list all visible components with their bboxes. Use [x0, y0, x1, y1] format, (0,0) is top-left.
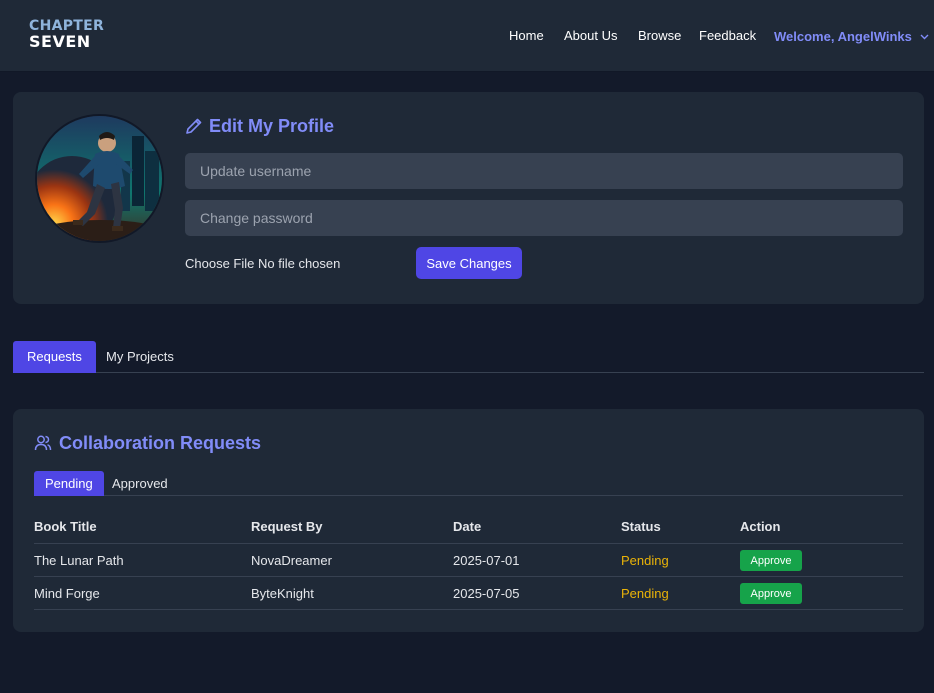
column-header-request-by: Request By: [251, 519, 323, 534]
book-title-cell: The Lunar Path: [34, 553, 124, 568]
approve-button[interactable]: Approve: [740, 550, 802, 571]
status-sub-tabs: Pending Approved: [34, 471, 903, 496]
welcome-text: Welcome, AngelWinks: [774, 29, 912, 44]
profile-avatar: [35, 114, 164, 243]
users-icon: [34, 435, 52, 451]
chevron-down-icon: [920, 28, 929, 43]
edit-profile-card: Edit My Profile Choose File No file chos…: [13, 92, 924, 304]
tab-my-projects[interactable]: My Projects: [92, 341, 188, 373]
top-navbar: CHAPTER SEVEN Home About Us Browse Feedb…: [0, 0, 934, 72]
table-row: Mind Forge ByteKnight 2025-07-05 Pending…: [34, 577, 903, 610]
tab-pending[interactable]: Pending: [34, 471, 104, 496]
column-header-status: Status: [621, 519, 661, 534]
requests-table: Book Title Request By Date Status Action…: [34, 509, 903, 610]
password-input[interactable]: [185, 200, 903, 236]
request-by-cell: ByteKnight: [251, 586, 314, 601]
collaboration-title-text: Collaboration Requests: [59, 433, 262, 453]
nav-links: Home About Us Browse Feedback Welcome, A…: [0, 28, 934, 44]
request-by-cell: NovaDreamer: [251, 553, 332, 568]
nav-feedback-link[interactable]: Feedback: [699, 28, 756, 43]
main-tabs: Requests My Projects: [13, 341, 924, 373]
date-cell: 2025-07-01: [453, 553, 520, 568]
tab-approved[interactable]: Approved: [101, 471, 179, 496]
save-changes-button[interactable]: Save Changes: [416, 247, 522, 279]
book-title-cell: Mind Forge: [34, 586, 100, 601]
tab-requests[interactable]: Requests: [13, 341, 96, 373]
column-header-date: Date: [453, 519, 482, 534]
nav-about-link[interactable]: About Us: [564, 28, 617, 43]
user-menu-dropdown[interactable]: Welcome, AngelWinks: [774, 28, 929, 44]
pencil-icon: [186, 118, 202, 134]
collaboration-title: Collaboration Requests: [34, 433, 261, 454]
edit-profile-title-text: Edit My Profile: [209, 116, 335, 136]
table-header-row: Book Title Request By Date Status Action: [34, 509, 903, 544]
status-badge: Pending: [621, 586, 669, 601]
date-cell: 2025-07-05: [453, 586, 520, 601]
table-row: The Lunar Path NovaDreamer 2025-07-01 Pe…: [34, 544, 903, 577]
nav-home-link[interactable]: Home: [509, 28, 544, 43]
nav-browse-link[interactable]: Browse: [638, 28, 681, 43]
column-header-book-title: Book Title: [34, 519, 97, 534]
approve-button[interactable]: Approve: [740, 583, 802, 604]
status-badge: Pending: [621, 553, 669, 568]
file-chooser[interactable]: Choose File No file chosen: [185, 256, 340, 271]
edit-profile-title: Edit My Profile: [185, 116, 334, 137]
username-input[interactable]: [185, 153, 903, 189]
collaboration-requests-card: Collaboration Requests Pending Approved …: [13, 409, 924, 632]
column-header-action: Action: [740, 519, 781, 534]
